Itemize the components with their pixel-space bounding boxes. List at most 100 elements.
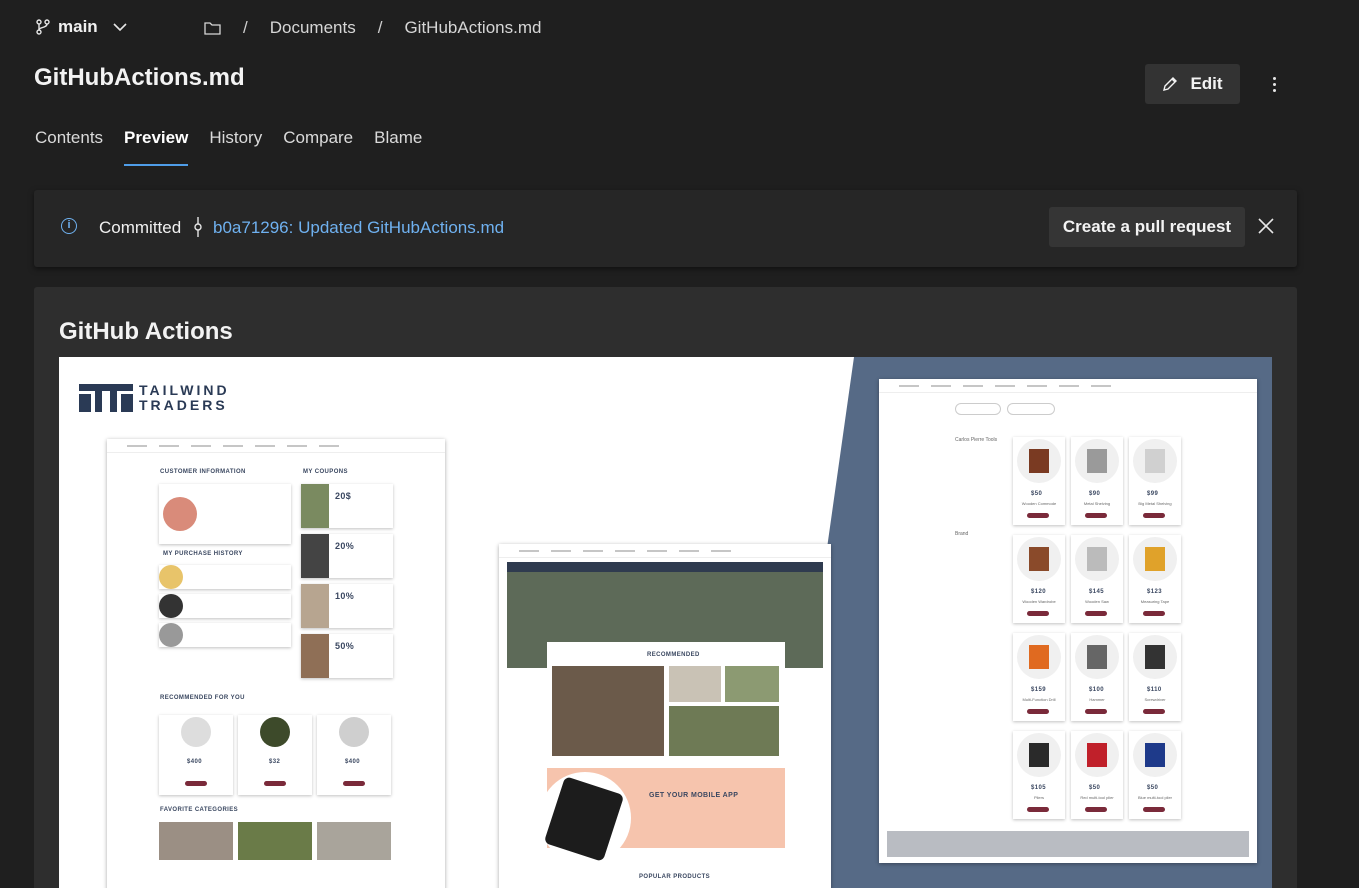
tab-blame[interactable]: Blame (374, 128, 422, 166)
product-image (1133, 537, 1177, 581)
pencil-icon (1163, 77, 1178, 91)
product-price: $145 (1089, 589, 1104, 595)
app-promo-title: GET YOUR MOBILE APP (649, 792, 739, 799)
product-card: $50 Wooden Commode (1013, 437, 1065, 525)
product-card: $90 Metal Shelving (1071, 437, 1123, 525)
product-name: Wooden Saw (1085, 599, 1109, 604)
product-name: Measuring Tape (1140, 599, 1170, 604)
product-image (1133, 635, 1177, 679)
purchase-history-title: MY PURCHASE HISTORY (163, 551, 243, 557)
coupon-value-4: 50% (335, 641, 355, 651)
product-card: $105 Pliers (1013, 731, 1065, 819)
customer-info-title: CUSTOMER INFORMATION (160, 469, 246, 475)
product-card: $120 Wooden Wardrobe (1013, 535, 1065, 623)
tab-bar: Contents Preview History Compare Blame (35, 128, 443, 166)
embedded-image: TAILWIND TRADERS CUSTOMER INFORMATION MY… (59, 357, 1272, 888)
commit-link[interactable]: b0a71296: Updated GitHubActions.md (213, 218, 504, 238)
product-price: $120 (1031, 589, 1046, 595)
close-icon[interactable] (1256, 216, 1276, 236)
recommended-title: RECOMMENDED FOR YOU (160, 695, 245, 701)
product-name: Wooden Wardrobe (1022, 599, 1056, 604)
product-name: Red multi-tool plier (1080, 795, 1114, 800)
add-to-cart-button (1143, 709, 1165, 714)
add-to-cart-button (1085, 709, 1107, 714)
product-price: $159 (1031, 687, 1046, 693)
add-to-cart-button (1143, 611, 1165, 616)
product-name: Hammer (1089, 697, 1105, 702)
product-price: $100 (1089, 687, 1104, 693)
tailwind-logo: TAILWIND TRADERS (79, 383, 230, 413)
product-card: $145 Wooden Saw (1071, 535, 1123, 623)
catalog-screenshot: Carlos Pierre Tools Brand $50 Wooden Comm… (879, 379, 1257, 863)
commit-banner: i Committed b0a71296: Updated GitHubActi… (34, 190, 1297, 267)
add-to-cart-button (1027, 611, 1049, 616)
product-price: $99 (1147, 491, 1159, 497)
breadcrumb-file[interactable]: GitHubActions.md (404, 18, 541, 38)
profile-screenshot: CUSTOMER INFORMATION MY COUPONS MY PURCH… (107, 439, 445, 888)
logo-line1: TAILWIND (139, 382, 230, 398)
product-image (1017, 733, 1061, 777)
markdown-heading: GitHub Actions (59, 318, 233, 345)
add-to-cart-button (1027, 513, 1049, 518)
add-to-cart-button (1027, 807, 1049, 812)
folder-icon[interactable] (204, 21, 221, 35)
product-image (1017, 537, 1061, 581)
product-image (1075, 537, 1119, 581)
coupon-value-1: 20$ (335, 491, 352, 501)
breadcrumb: / Documents / GitHubActions.md (204, 18, 541, 38)
product-card: $99 Big Metal Shelving (1129, 437, 1181, 525)
tab-contents[interactable]: Contents (35, 128, 103, 166)
coupon-value-2: 20% (335, 541, 355, 551)
product-name: Metal Shelving (1083, 501, 1111, 506)
product-name: Pliers (1033, 795, 1044, 800)
commit-icon (194, 217, 202, 237)
product-price: $123 (1147, 589, 1162, 595)
create-pull-request-button[interactable]: Create a pull request (1049, 207, 1245, 247)
tab-compare[interactable]: Compare (283, 128, 353, 166)
product-card: $50 Blue multi-tool plier (1129, 731, 1181, 819)
branch-name: main (58, 17, 98, 36)
home-screenshot: RECOMMENDED GET YOUR MOBILE APP POPULAR … (499, 544, 831, 888)
product-card: $50 Red multi-tool plier (1071, 731, 1123, 819)
product-name: Blue multi-tool plier (1137, 795, 1172, 800)
product-price: $105 (1031, 785, 1046, 791)
edit-button[interactable]: Edit (1145, 64, 1240, 104)
more-options-icon[interactable] (1262, 72, 1286, 96)
logo-mark-icon (79, 384, 133, 412)
breadcrumb-documents[interactable]: Documents (270, 18, 356, 38)
committed-label: Committed (99, 218, 182, 237)
product-card: $159 Multi-Function Drill (1013, 633, 1065, 721)
product-image (1017, 439, 1061, 483)
product-name: Big Metal Shelving (1138, 501, 1172, 506)
edit-label: Edit (1190, 74, 1223, 93)
product-image (1075, 439, 1119, 483)
info-icon: i (61, 218, 77, 234)
product-price: $90 (1089, 491, 1101, 497)
add-to-cart-button (1085, 611, 1107, 616)
add-to-cart-button (1027, 709, 1049, 714)
breadcrumb-separator: / (243, 18, 248, 37)
branch-selector[interactable]: main (36, 17, 128, 37)
product-image (1075, 635, 1119, 679)
tab-preview[interactable]: Preview (124, 128, 189, 166)
product-name: Wooden Commode (1021, 501, 1057, 506)
add-to-cart-button (1143, 513, 1165, 518)
chevron-down-icon (113, 23, 127, 32)
add-to-cart-button (1143, 807, 1165, 812)
tab-history[interactable]: History (209, 128, 262, 166)
product-name: Multi-Function Drill (1022, 697, 1056, 702)
add-to-cart-button (1085, 807, 1107, 812)
product-image (1017, 635, 1061, 679)
logo-line2: TRADERS (139, 397, 228, 413)
product-card: $123 Measuring Tape (1129, 535, 1181, 623)
product-card: $110 Screwdriver (1129, 633, 1181, 721)
branch-icon (36, 19, 50, 35)
page-title: GitHubActions.md (34, 64, 245, 91)
product-name: Screwdriver (1144, 697, 1166, 702)
product-image (1133, 733, 1177, 777)
popular-products-title: POPULAR PRODUCTS (639, 874, 711, 880)
product-price: $110 (1147, 687, 1162, 693)
product-image (1075, 733, 1119, 777)
product-price: $50 (1031, 491, 1043, 497)
favorite-categories-title: FAVORITE CATEGORIES (160, 807, 239, 813)
